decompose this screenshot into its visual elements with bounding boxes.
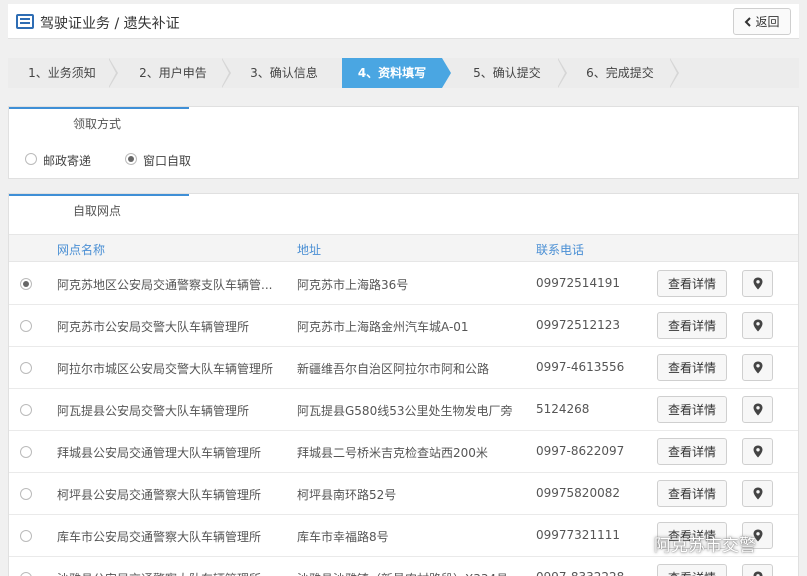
back-button[interactable]: 返回 bbox=[733, 8, 791, 35]
col-address: 地址 bbox=[297, 243, 322, 257]
row-select-radio[interactable] bbox=[20, 572, 32, 576]
table-row[interactable]: 拜城县公安局交通管理大队车辆管理所 拜城县二号桥米吉克检查站西200米 0997-8… bbox=[9, 431, 798, 473]
row-select-radio[interactable] bbox=[20, 320, 32, 332]
page-title: 驾驶证业务 / 遗失补证 bbox=[40, 16, 180, 32]
map-location-button[interactable] bbox=[742, 270, 773, 297]
view-details-button[interactable]: 查看详情 bbox=[657, 564, 727, 576]
row-select-radio[interactable] bbox=[20, 530, 32, 542]
map-location-button[interactable] bbox=[742, 438, 773, 465]
row-select-radio[interactable] bbox=[20, 362, 32, 374]
map-location-button[interactable] bbox=[742, 312, 773, 339]
step-5: 5、确认提交 bbox=[473, 66, 541, 80]
table-row[interactable]: 柯坪县公安局交通警察大队车辆管理所 柯坪县南环路52号 09975820082 查看详… bbox=[9, 473, 798, 515]
row-select-radio[interactable] bbox=[20, 278, 32, 290]
pickup-method-title: 领取方式 bbox=[9, 107, 189, 139]
row-select-radio[interactable] bbox=[20, 446, 32, 458]
radio-window-pickup[interactable] bbox=[125, 153, 137, 165]
view-details-button[interactable]: 查看详情 bbox=[657, 312, 727, 339]
table-row[interactable]: 阿克苏市公安局交警大队车辆管理所 阿克苏市上海路金州汽车城A-01 09972512… bbox=[9, 305, 798, 347]
map-pin-icon bbox=[753, 403, 762, 416]
view-details-button[interactable]: 查看详情 bbox=[657, 354, 727, 381]
map-pin-icon bbox=[753, 571, 762, 576]
pickup-method-panel: 领取方式 邮政寄递 窗口自取 bbox=[8, 106, 799, 179]
map-pin-icon bbox=[753, 277, 762, 290]
wechat-watermark: 阿克苏市交警 bbox=[622, 527, 802, 559]
map-pin-icon bbox=[753, 487, 762, 500]
station-phone: 0997-4613556 bbox=[536, 360, 625, 374]
map-location-button[interactable] bbox=[742, 564, 773, 576]
station-name: 阿克苏市公安局交警大队车辆管理所 bbox=[57, 320, 250, 334]
map-pin-icon bbox=[753, 361, 762, 374]
map-pin-icon bbox=[753, 445, 762, 458]
station-phone: 0997-8622097 bbox=[536, 444, 625, 458]
view-details-button[interactable]: 查看详情 bbox=[657, 480, 727, 507]
row-select-radio[interactable] bbox=[20, 404, 32, 416]
document-list-icon bbox=[16, 14, 34, 29]
col-phone: 联系电话 bbox=[536, 243, 585, 257]
map-location-button[interactable] bbox=[742, 354, 773, 381]
view-details-button[interactable]: 查看详情 bbox=[657, 396, 727, 423]
station-name: 库车市公安局交通警察大队车辆管理所 bbox=[57, 530, 262, 544]
station-address: 拜城县二号桥米吉克检查站西200米 bbox=[297, 446, 488, 460]
row-select-radio[interactable] bbox=[20, 488, 32, 500]
map-pin-icon bbox=[753, 319, 762, 332]
table-row[interactable]: 阿瓦提县公安局交警大队车辆管理所 阿瓦提县G580线53公里处生物发电厂旁 5124… bbox=[9, 389, 798, 431]
station-name: 阿拉尔市城区公安局交警大队车辆管理所 bbox=[57, 362, 274, 376]
table-row[interactable]: 阿克苏地区公安局交通警察支队车辆管... 阿克苏市上海路36号 0997251419… bbox=[9, 263, 798, 305]
stations-table-header: 网点名称 地址 联系电话 bbox=[9, 234, 798, 262]
station-name: 拜城县公安局交通管理大队车辆管理所 bbox=[57, 446, 262, 460]
station-phone: 09975820082 bbox=[536, 486, 620, 500]
station-address: 阿克苏市上海路36号 bbox=[297, 278, 409, 292]
step-3: 3、确认信息 bbox=[250, 66, 318, 80]
col-station-name: 网点名称 bbox=[57, 243, 106, 257]
station-phone: 09972514191 bbox=[536, 276, 620, 290]
table-row[interactable]: 沙雅县公安局交通警察大队车辆管理所 沙雅县沙雅镇（新垦农村路段）X334县... 0… bbox=[9, 557, 798, 576]
step-progress-bar: 1、业务须知 2、用户申告 3、确认信息 4、资料填写 5、确认提交 6、完成提… bbox=[8, 58, 799, 88]
station-phone: 5124268 bbox=[536, 402, 590, 416]
map-location-button[interactable] bbox=[742, 396, 773, 423]
station-name: 柯坪县公安局交通警察大队车辆管理所 bbox=[57, 488, 262, 502]
station-address: 沙雅县沙雅镇（新垦农村路段）X334县... bbox=[297, 570, 519, 576]
stations-title: 自取网点 bbox=[9, 194, 189, 226]
station-name: 沙雅县公安局交通警察大队车辆管理所 bbox=[57, 570, 279, 576]
station-phone: 09972512123 bbox=[536, 318, 620, 332]
map-location-button[interactable] bbox=[742, 480, 773, 507]
step-4-active: 4、资料填写 bbox=[342, 58, 442, 88]
wechat-icon bbox=[622, 533, 647, 553]
station-address: 库车市幸福路8号 bbox=[297, 530, 389, 544]
back-label: 返回 bbox=[755, 15, 780, 29]
station-name: 阿克苏地区公安局交通警察支队车辆管... bbox=[57, 278, 273, 292]
step-2: 2、用户申告 bbox=[139, 66, 207, 80]
watermark-text: 阿克苏市交警 bbox=[654, 535, 756, 556]
radio-post-delivery[interactable] bbox=[25, 153, 37, 165]
station-address: 柯坪县南环路52号 bbox=[297, 488, 397, 502]
step-1: 1、业务须知 bbox=[28, 66, 96, 80]
view-details-button[interactable]: 查看详情 bbox=[657, 270, 727, 297]
station-address: 阿瓦提县G580线53公里处生物发电厂旁 bbox=[297, 404, 513, 418]
label-window-pickup[interactable]: 窗口自取 bbox=[143, 152, 191, 169]
station-phone: 0997-8332228 bbox=[536, 570, 656, 576]
table-row[interactable]: 阿拉尔市城区公安局交警大队车辆管理所 新疆维吾尔自治区阿拉尔市阿和公路 0997-4… bbox=[9, 347, 798, 389]
pickup-stations-panel: 自取网点 网点名称 地址 联系电话 阿克苏地区公安局交通警察支队车辆管... 阿克… bbox=[8, 193, 799, 576]
station-address: 阿克苏市上海路金州汽车城A-01 bbox=[297, 320, 469, 334]
label-post-delivery[interactable]: 邮政寄递 bbox=[43, 152, 91, 169]
station-address: 新疆维吾尔自治区阿拉尔市阿和公路 bbox=[297, 362, 490, 376]
chevron-left-icon bbox=[745, 16, 752, 27]
step-6: 6、完成提交 bbox=[586, 66, 654, 80]
page-header: 驾驶证业务 / 遗失补证 返回 bbox=[8, 4, 799, 39]
view-details-button[interactable]: 查看详情 bbox=[657, 438, 727, 465]
station-name: 阿瓦提县公安局交警大队车辆管理所 bbox=[57, 404, 250, 418]
